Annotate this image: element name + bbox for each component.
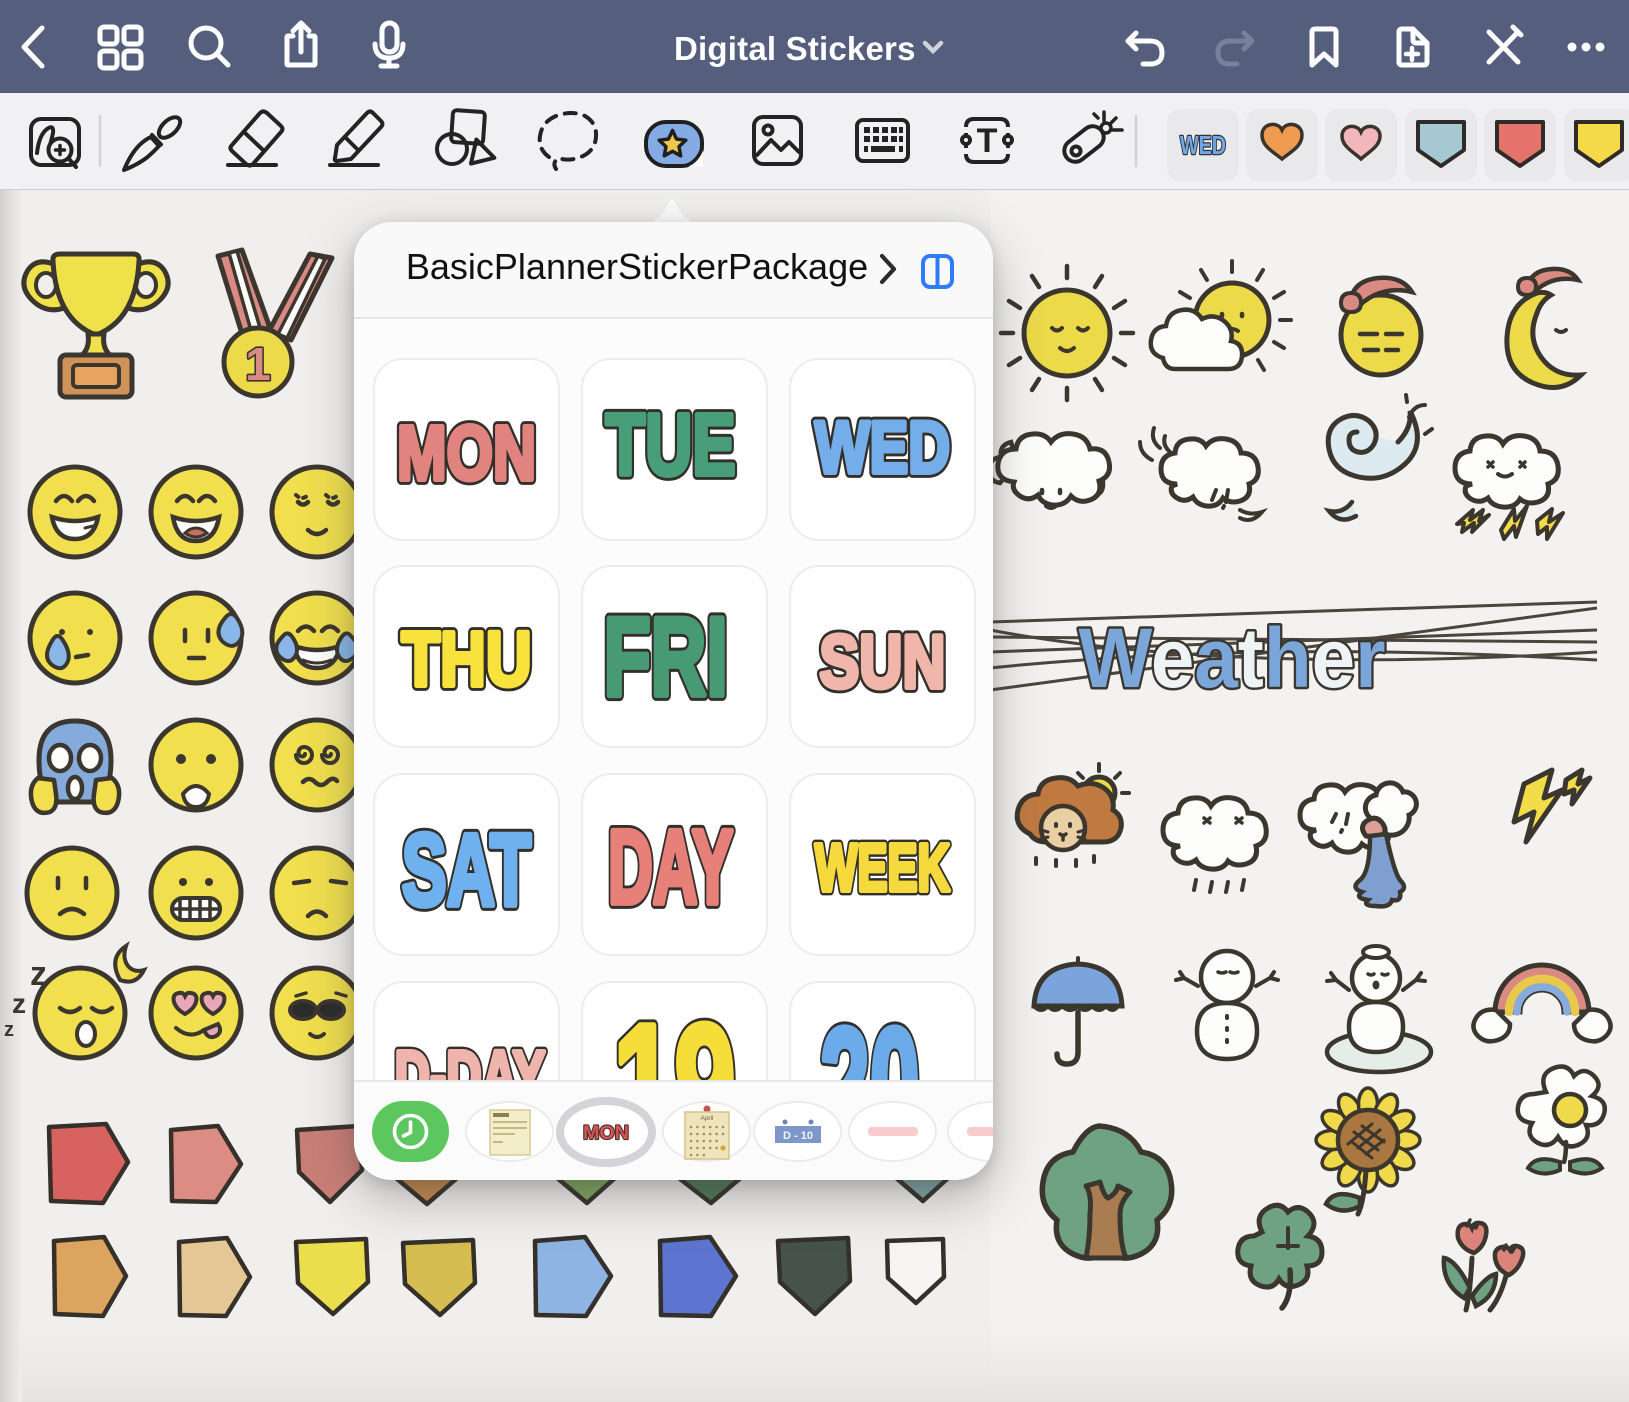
svg-text:T: T [977,122,998,160]
svg-text:MON: MON [397,410,536,496]
svg-text:z: z [4,1019,14,1041]
svg-text:FRI: FRI [604,594,728,719]
svg-text:THU: THU [401,616,531,702]
svg-text:D - 10: D - 10 [783,1130,813,1142]
svg-text:Weather: Weather [1079,611,1386,705]
svg-text:z: z [30,955,47,993]
svg-text:WED: WED [815,406,950,488]
svg-text:DAY: DAY [608,809,733,926]
svg-text:z: z [12,988,26,1019]
svg-text:SAT: SAT [402,813,531,927]
svg-text:MON: MON [583,1123,629,1144]
svg-text:SUN: SUN [819,619,945,703]
svg-text:1: 1 [245,338,271,390]
svg-text:April: April [700,1115,714,1122]
svg-text:WED: WED [1180,130,1226,160]
svg-text:WEEK: WEEK [815,831,950,905]
svg-text:TUE: TUE [606,396,736,493]
